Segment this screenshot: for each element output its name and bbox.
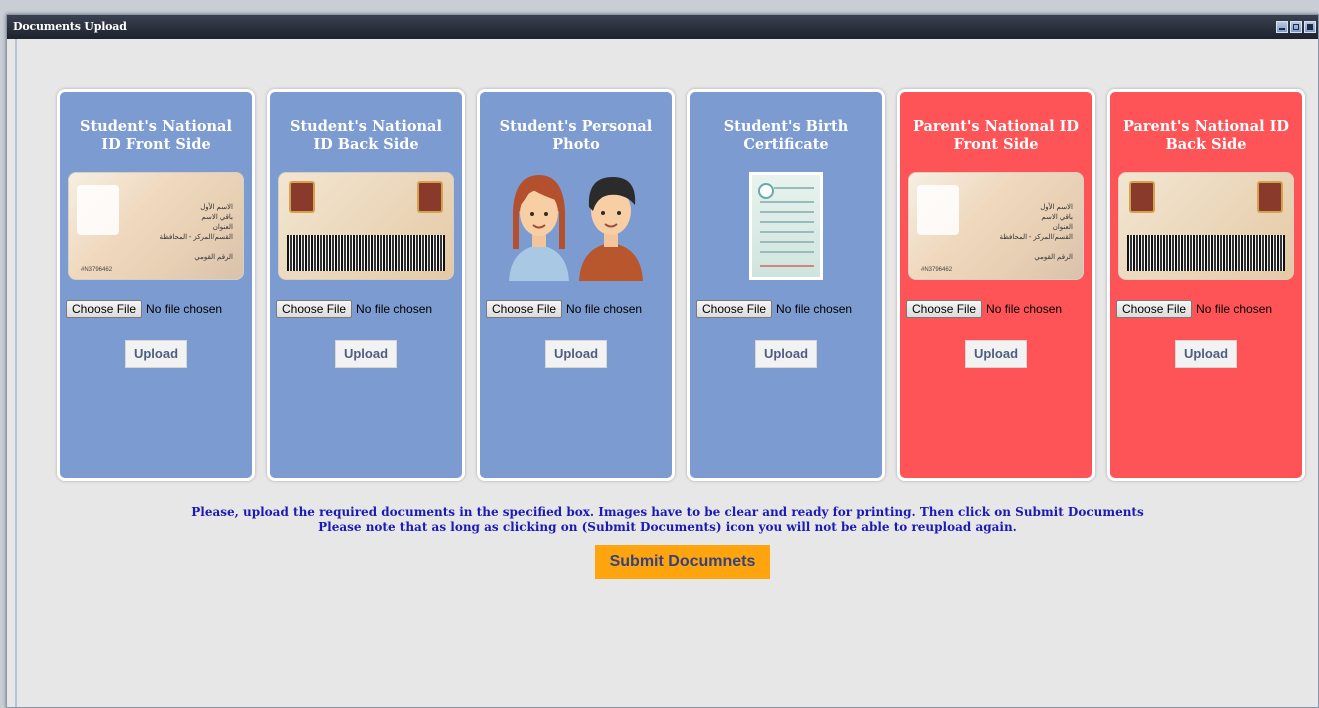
card-parent-id-front: Parent's National ID Front Side الاسم ال… bbox=[897, 89, 1095, 481]
close-icon[interactable] bbox=[1304, 21, 1316, 33]
document-cards: Student's National ID Front Side الاسم ا… bbox=[57, 89, 1305, 481]
upload-button[interactable]: Upload bbox=[125, 340, 187, 368]
maximize-icon[interactable] bbox=[1290, 21, 1302, 33]
card-birth-certificate: Student's Birth Certificate Choose File … bbox=[687, 89, 885, 481]
file-status: No file chosen bbox=[566, 302, 643, 316]
card-title: Parent's National ID Front Side bbox=[912, 118, 1080, 153]
id-front-card-image: الاسم الأول باقي الاسم العنوان القسم/الم… bbox=[60, 172, 252, 280]
file-status: No file chosen bbox=[146, 302, 223, 316]
birth-certificate-image bbox=[690, 172, 882, 280]
card-student-id-front: Student's National ID Front Side الاسم ا… bbox=[57, 89, 255, 481]
file-status: No file chosen bbox=[356, 302, 433, 316]
card-parent-id-back: Parent's National ID Back Side Choose Fi… bbox=[1107, 89, 1305, 481]
choose-file-button[interactable]: Choose File bbox=[1116, 300, 1193, 318]
submit-documents-button[interactable]: Submit Documnets bbox=[595, 545, 770, 579]
choose-file-button[interactable]: Choose File bbox=[486, 300, 563, 318]
instructions-line-2: Please note that as long as clicking on … bbox=[318, 520, 1017, 534]
card-student-photo: Student's Personal Photo Choose File No … bbox=[477, 89, 675, 481]
card-title: Student's National ID Front Side bbox=[80, 118, 232, 153]
file-input[interactable]: Choose File No file chosen bbox=[276, 300, 462, 318]
choose-file-button[interactable]: Choose File bbox=[66, 300, 143, 318]
upload-button[interactable]: Upload bbox=[1175, 340, 1237, 368]
upload-button[interactable]: Upload bbox=[545, 340, 607, 368]
file-input[interactable]: Choose File No file chosen bbox=[696, 300, 882, 318]
upload-button[interactable]: Upload bbox=[335, 340, 397, 368]
documents-upload-window: Documents Upload Student's National ID F… bbox=[6, 14, 1319, 708]
file-input[interactable]: Choose File No file chosen bbox=[486, 300, 672, 318]
window-titlebar: Documents Upload bbox=[7, 15, 1318, 39]
upload-button[interactable]: Upload bbox=[965, 340, 1027, 368]
card-student-id-back: Student's National ID Back Side Choose F… bbox=[267, 89, 465, 481]
card-title: Parent's National ID Back Side bbox=[1122, 118, 1290, 153]
upload-button[interactable]: Upload bbox=[755, 340, 817, 368]
choose-file-button[interactable]: Choose File bbox=[696, 300, 773, 318]
card-title: Student's Birth Certificate bbox=[723, 118, 849, 153]
personal-photo-people-image bbox=[480, 172, 672, 281]
file-input[interactable]: Choose File No file chosen bbox=[66, 300, 252, 318]
content-area: Student's National ID Front Side الاسم ا… bbox=[15, 39, 1318, 707]
choose-file-button[interactable]: Choose File bbox=[276, 300, 353, 318]
window-title: Documents Upload bbox=[13, 20, 127, 33]
card-title: Student's Personal Photo bbox=[499, 118, 653, 153]
id-front-card-image: الاسم الأول باقي الاسم العنوان القسم/الم… bbox=[900, 172, 1092, 280]
window-controls bbox=[1276, 21, 1316, 33]
file-status: No file chosen bbox=[776, 302, 853, 316]
file-input[interactable]: Choose File No file chosen bbox=[906, 300, 1092, 318]
instructions-text: Please, upload the required documents in… bbox=[17, 505, 1318, 535]
file-input[interactable]: Choose File No file chosen bbox=[1116, 300, 1302, 318]
card-title: Student's National ID Back Side bbox=[290, 118, 442, 153]
id-back-card-image bbox=[270, 172, 462, 280]
instructions-line-1: Please, upload the required documents in… bbox=[191, 505, 1144, 519]
minimize-icon[interactable] bbox=[1276, 21, 1288, 33]
file-status: No file chosen bbox=[986, 302, 1063, 316]
id-back-card-image bbox=[1110, 172, 1302, 280]
choose-file-button[interactable]: Choose File bbox=[906, 300, 983, 318]
file-status: No file chosen bbox=[1196, 302, 1273, 316]
